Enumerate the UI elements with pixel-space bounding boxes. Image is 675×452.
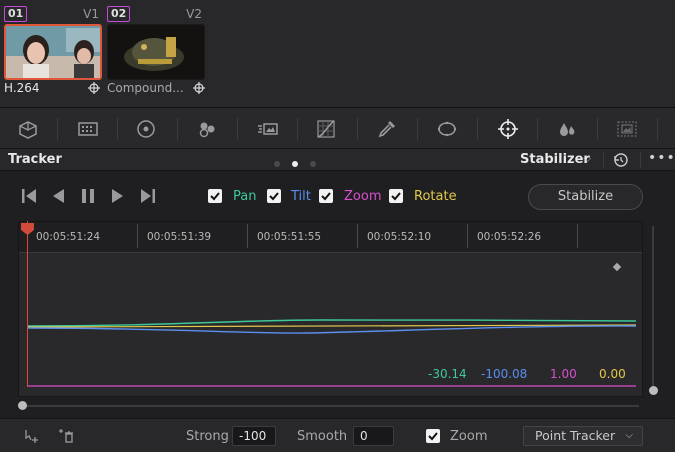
delete-tracker-point-icon[interactable] bbox=[58, 428, 74, 444]
strong-input[interactable]: -100 bbox=[232, 426, 276, 446]
qualifier-icon[interactable] bbox=[373, 115, 401, 143]
clip-thumbnail[interactable] bbox=[107, 24, 205, 80]
page-dot[interactable] bbox=[274, 161, 280, 167]
pan-label: Pan bbox=[233, 189, 257, 204]
rotate-label: Rotate bbox=[414, 189, 457, 204]
timecode: 00:05:52:26 bbox=[477, 231, 542, 243]
color-match-icon[interactable] bbox=[74, 115, 102, 143]
timecode: 00:05:52:10 bbox=[367, 231, 432, 243]
rgb-mixer-icon[interactable] bbox=[193, 115, 221, 143]
camera-raw-icon[interactable] bbox=[14, 115, 42, 143]
tracking-curves bbox=[27, 262, 637, 387]
page-dot-active[interactable] bbox=[292, 161, 298, 167]
horizontal-zoom-handle[interactable] bbox=[18, 401, 27, 410]
checkmark-icon bbox=[210, 192, 220, 201]
more-options-icon[interactable]: ••• bbox=[648, 150, 675, 166]
page-indicator[interactable] bbox=[274, 156, 328, 170]
color-wheels-icon[interactable] bbox=[132, 115, 160, 143]
tracker-controls: Pan Tilt Zoom Rotate Stabilize bbox=[0, 171, 675, 221]
pan-value: -30.14 bbox=[428, 367, 467, 381]
clip-number: 01 bbox=[4, 6, 28, 22]
tracker-panel-header: Tracker Stabilizer ⌵ ••• bbox=[0, 149, 675, 171]
pause-icon[interactable] bbox=[79, 187, 97, 205]
clip-track: V2 bbox=[186, 7, 202, 21]
zoom-value: 1.00 bbox=[550, 367, 577, 381]
tracker-mode-dropdown[interactable]: Point Tracker ⌵ bbox=[523, 426, 643, 446]
stabilizer-settings: Strong -100 Smooth 0 Zoom Point Tracker … bbox=[0, 418, 675, 452]
horizontal-scrollbar[interactable] bbox=[22, 405, 639, 407]
track-reverse-icon[interactable] bbox=[49, 187, 67, 205]
track-to-start-icon[interactable] bbox=[20, 187, 38, 205]
checkmark-icon bbox=[321, 192, 331, 201]
rotate-checkbox[interactable] bbox=[389, 189, 403, 203]
tracker-icon[interactable] bbox=[494, 115, 522, 143]
clip-track: V1 bbox=[83, 7, 99, 21]
vertical-zoom-handle[interactable] bbox=[649, 386, 658, 395]
window-icon[interactable] bbox=[433, 115, 461, 143]
thumbnail-image bbox=[6, 26, 100, 78]
clip-strip: 01 V1 H.264 02 V2 Compound... bbox=[0, 0, 675, 108]
checkmark-icon bbox=[428, 432, 438, 441]
tracking-target-icon bbox=[193, 82, 205, 94]
clip-01[interactable]: 01 V1 H.264 bbox=[4, 6, 104, 95]
clip-02[interactable]: 02 V2 Compound... bbox=[107, 6, 207, 95]
zoom-label: Zoom bbox=[344, 189, 382, 204]
tracking-target-icon bbox=[88, 82, 100, 94]
keyframe-marker bbox=[612, 262, 622, 272]
chevron-down-icon: ⌵ bbox=[625, 430, 633, 441]
tilt-label: Tilt bbox=[291, 189, 311, 204]
zoom-label: Zoom bbox=[450, 429, 488, 444]
reset-icon[interactable] bbox=[612, 151, 630, 169]
motion-effects-icon[interactable] bbox=[254, 115, 282, 143]
checkmark-icon bbox=[391, 192, 401, 201]
page-dot[interactable] bbox=[310, 161, 316, 167]
thumbnail-image bbox=[108, 25, 204, 79]
checkmark-icon bbox=[269, 192, 279, 201]
rotate-value: 0.00 bbox=[599, 367, 626, 381]
timecode-ruler[interactable]: 00:05:51:24 00:05:51:39 00:05:51:55 00:0… bbox=[19, 222, 642, 253]
strong-label: Strong bbox=[186, 429, 229, 444]
clip-name: H.264 bbox=[4, 81, 40, 95]
smooth-input[interactable]: 0 bbox=[353, 426, 394, 446]
clip-name: Compound... bbox=[107, 81, 184, 95]
add-tracker-point-icon[interactable] bbox=[24, 428, 40, 444]
mode-dropdown[interactable]: Stabilizer bbox=[520, 152, 590, 167]
playhead-handle[interactable] bbox=[20, 222, 35, 236]
curves-icon[interactable] bbox=[312, 115, 340, 143]
vertical-scrollbar[interactable] bbox=[652, 226, 654, 386]
tilt-checkbox[interactable] bbox=[267, 189, 281, 203]
smooth-label: Smooth bbox=[297, 429, 348, 444]
timecode: 00:05:51:55 bbox=[257, 231, 322, 243]
clip-number: 02 bbox=[107, 6, 131, 22]
track-to-end-icon[interactable] bbox=[139, 187, 157, 205]
clip-thumbnail[interactable] bbox=[4, 24, 102, 80]
pan-checkbox[interactable] bbox=[208, 189, 222, 203]
zoom-checkbox[interactable] bbox=[426, 429, 440, 443]
panel-title: Tracker bbox=[8, 152, 62, 167]
timecode: 00:05:51:24 bbox=[36, 231, 101, 243]
palette-toolbar bbox=[0, 108, 675, 149]
key-icon[interactable] bbox=[613, 115, 641, 143]
stabilize-button[interactable]: Stabilize bbox=[528, 184, 643, 210]
playhead-line[interactable] bbox=[27, 221, 28, 387]
tracking-graph[interactable]: 00:05:51:24 00:05:51:39 00:05:51:55 00:0… bbox=[18, 221, 643, 397]
zoom-checkbox[interactable] bbox=[319, 189, 333, 203]
track-forward-icon[interactable] bbox=[109, 187, 127, 205]
chevron-down-icon[interactable]: ⌵ bbox=[583, 152, 591, 166]
tracker-mode-value: Point Tracker bbox=[535, 428, 616, 443]
timecode: 00:05:51:39 bbox=[147, 231, 212, 243]
blur-icon[interactable] bbox=[553, 115, 581, 143]
tilt-value: -100.08 bbox=[481, 367, 528, 381]
